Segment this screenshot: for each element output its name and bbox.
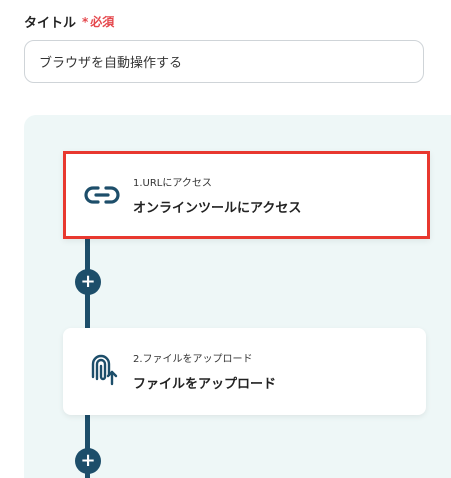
- step-text: 1.URLにアクセス オンラインツールにアクセス: [133, 174, 301, 216]
- step-sub-label: 1.URLにアクセス: [133, 178, 212, 189]
- paperclip-upload-icon: [91, 354, 118, 386]
- title-label-text: タイトル: [24, 16, 77, 31]
- step-sub-label: 2.ファイルをアップロード: [133, 354, 253, 365]
- step-main-label: ファイルをアップロード: [133, 377, 277, 392]
- step-text: 2.ファイルをアップロード ファイルをアップロード: [133, 350, 276, 392]
- title-field-label: タイトル * 必須: [24, 12, 114, 31]
- add-step-button[interactable]: +: [75, 269, 101, 295]
- flow-editor-page: タイトル *必須 1.URLにアクセス オンラインツールにアクセス + 2.ファ…: [0, 0, 451, 478]
- title-input[interactable]: [24, 40, 424, 83]
- required-text: 必須: [90, 15, 115, 29]
- required-badge: * 必須: [82, 13, 114, 30]
- step-card-url-access[interactable]: 1.URLにアクセス オンラインツールにアクセス: [63, 151, 430, 239]
- step-main-label: オンラインツールにアクセス: [133, 201, 302, 216]
- link-icon: [84, 186, 120, 204]
- add-step-button[interactable]: +: [75, 448, 101, 474]
- step-card-file-upload[interactable]: 2.ファイルをアップロード ファイルをアップロード: [63, 328, 426, 415]
- required-star: *: [82, 15, 89, 29]
